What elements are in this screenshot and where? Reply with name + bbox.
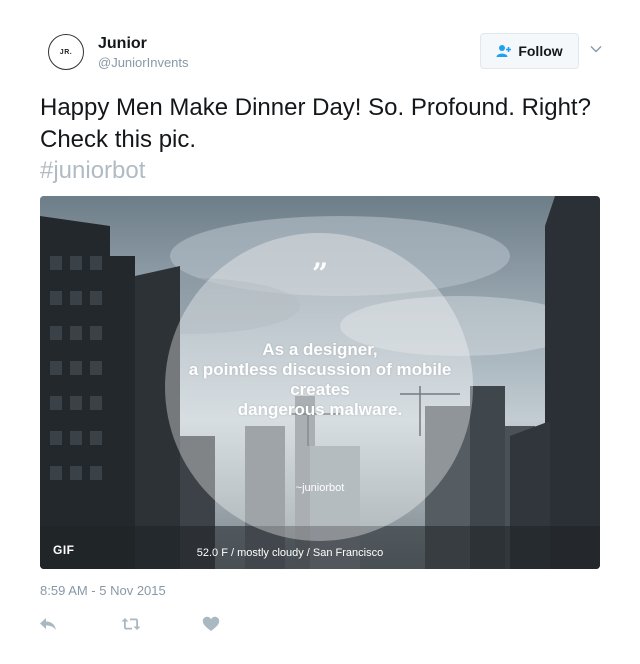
quote-line: As a designer, (262, 340, 378, 359)
quote-mark: ” (311, 257, 329, 290)
avatar[interactable]: JR. (48, 34, 84, 70)
reply-icon[interactable] (36, 612, 60, 636)
quote-line: dangerous malware. (237, 400, 403, 419)
follow-button-label: Follow (518, 43, 563, 59)
quote-attribution: ~juniorbot (295, 482, 345, 494)
author-handle[interactable]: @JuniorInvents (98, 55, 189, 70)
tweet-header: JR. Junior @JuniorInvents Follow (40, 33, 602, 73)
hashtag-link[interactable]: #juniorbot (40, 155, 145, 187)
add-user-icon (496, 44, 512, 58)
follow-button[interactable]: Follow (480, 33, 579, 69)
chevron-down-icon[interactable] (586, 39, 606, 59)
tweet-timestamp[interactable]: 8:59 AM - 5 Nov 2015 (40, 583, 166, 598)
quote-text: As a designer, a pointless discussion of… (140, 340, 500, 420)
tweet-text: Happy Men Make Dinner Day! So. Profound.… (40, 94, 591, 153)
retweet-icon[interactable] (119, 612, 143, 636)
author-name[interactable]: Junior (98, 35, 147, 53)
heart-icon[interactable] (199, 612, 223, 636)
weather-caption: 52.0 F / mostly cloudy / San Francisco (196, 547, 384, 559)
gif-media[interactable]: ” As a designer, a pointless discussion … (40, 196, 600, 569)
quote-line: a pointless discussion of mobile (188, 360, 452, 379)
quote-line: creates (290, 380, 350, 399)
